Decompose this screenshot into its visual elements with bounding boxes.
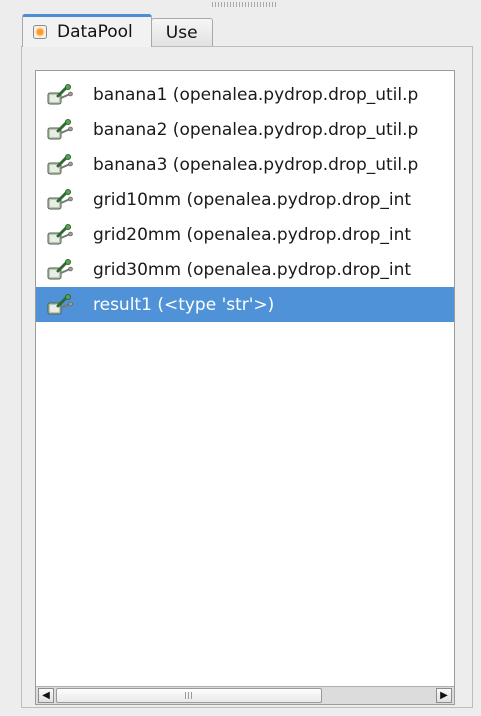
- horizontal-scrollbar[interactable]: ◀ ▶: [36, 686, 454, 704]
- data-node-icon: [46, 118, 74, 141]
- list-item-label: grid30mm (openalea.pydrop.drop_int: [93, 259, 412, 280]
- list-item-label: grid20mm (openalea.pydrop.drop_int: [93, 224, 412, 245]
- list-item[interactable]: grid20mm (openalea.pydrop.drop_int: [36, 217, 454, 252]
- grip-icon: [185, 692, 194, 699]
- datapool-panel: DataPool Use banana1 (openalea.pydrop.dr…: [0, 0, 481, 716]
- arrow-left-icon: ◀: [42, 689, 50, 701]
- data-node-icon: [46, 258, 74, 281]
- scroll-right-button[interactable]: ▶: [436, 688, 452, 703]
- datapool-list[interactable]: banana1 (openalea.pydrop.drop_util.p ban…: [35, 70, 455, 705]
- tab-use[interactable]: Use: [150, 18, 213, 46]
- list-item-label: result1 (<type 'str'>): [93, 294, 275, 315]
- list-item[interactable]: grid10mm (openalea.pydrop.drop_int: [36, 182, 454, 217]
- dock-splitter-handle[interactable]: [212, 2, 276, 7]
- datapool-items: banana1 (openalea.pydrop.drop_util.p ban…: [36, 77, 454, 322]
- list-item-label: banana2 (openalea.pydrop.drop_util.p: [93, 119, 419, 140]
- tab-label: DataPool: [57, 22, 133, 42]
- scroll-left-button[interactable]: ◀: [38, 688, 54, 703]
- tab-datapool[interactable]: DataPool: [22, 14, 152, 47]
- tab-label: Use: [165, 22, 198, 43]
- data-node-icon: [46, 293, 74, 316]
- list-item[interactable]: banana3 (openalea.pydrop.drop_util.p: [36, 147, 454, 182]
- list-item[interactable]: grid30mm (openalea.pydrop.drop_int: [36, 252, 454, 287]
- list-item[interactable]: banana1 (openalea.pydrop.drop_util.p: [36, 77, 454, 112]
- data-node-icon: [46, 223, 74, 246]
- list-item-label: grid10mm (openalea.pydrop.drop_int: [93, 189, 412, 210]
- tab-bar: DataPool Use: [22, 14, 213, 47]
- list-item-label: banana1 (openalea.pydrop.drop_util.p: [93, 84, 419, 105]
- arrow-right-icon: ▶: [440, 689, 448, 701]
- list-item[interactable]: result1 (<type 'str'>): [36, 287, 454, 322]
- list-item[interactable]: banana2 (openalea.pydrop.drop_util.p: [36, 112, 454, 147]
- datapool-icon: [33, 25, 47, 39]
- data-node-icon: [46, 83, 74, 106]
- data-node-icon: [46, 188, 74, 211]
- scrollbar-thumb[interactable]: [56, 688, 322, 703]
- list-item-label: banana3 (openalea.pydrop.drop_util.p: [93, 154, 419, 175]
- data-node-icon: [46, 153, 74, 176]
